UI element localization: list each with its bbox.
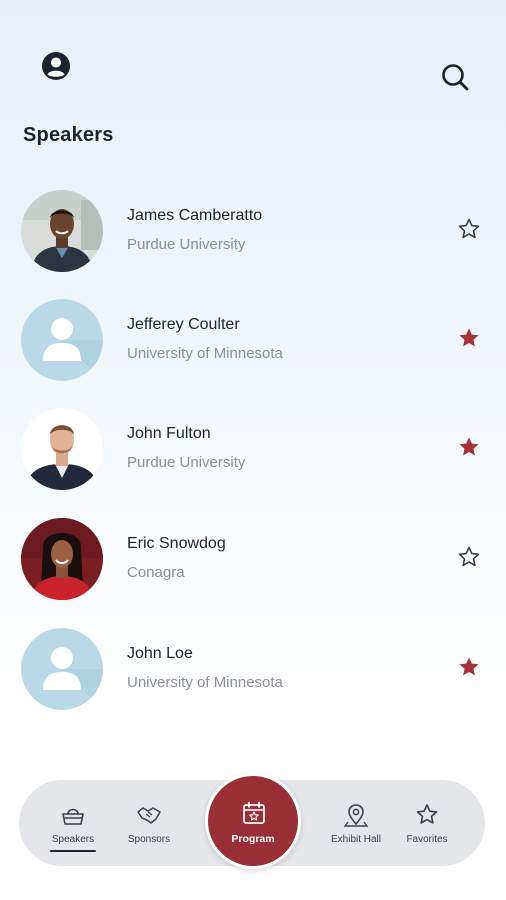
speaker-organization: Conagra (127, 564, 185, 581)
speaker-row[interactable]: Jefferey Coulter University of Minnesota (0, 299, 506, 383)
active-indicator (50, 850, 96, 852)
favorite-toggle[interactable] (457, 217, 481, 241)
speaker-organization: University of Minnesota (127, 345, 283, 362)
avatar (21, 628, 103, 710)
nav-item-sponsors[interactable]: Sponsors (112, 780, 186, 866)
speaker-name: Eric Snowdog (127, 535, 226, 552)
search-button[interactable] (440, 62, 470, 92)
star-icon (416, 804, 438, 824)
speaker-photo (21, 408, 103, 490)
nav-item-program[interactable]: Program (205, 773, 301, 869)
search-icon (442, 64, 469, 91)
speaker-name: Jefferey Coulter (127, 316, 240, 333)
nav-label: Favorites (406, 834, 448, 845)
star-outline-icon (458, 218, 480, 239)
speaker-photo (21, 518, 103, 600)
speaker-row[interactable]: John Fulton Purdue University (0, 408, 506, 492)
profile-button[interactable] (40, 50, 72, 82)
user-placeholder-icon (21, 299, 103, 381)
speaker-row[interactable]: James Camberatto Purdue University (0, 190, 506, 274)
speaker-row[interactable]: Eric Snowdog Conagra (0, 518, 506, 602)
favorite-toggle[interactable] (457, 655, 481, 679)
nav-label: Exhibit Hall (330, 834, 382, 845)
avatar (21, 408, 103, 490)
page-title: Speakers (23, 124, 114, 146)
speaker-photo (21, 190, 103, 272)
star-filled-icon (459, 328, 479, 347)
map-pin-icon (343, 804, 369, 827)
nav-item-exhibit-hall[interactable]: Exhibit Hall (319, 780, 393, 866)
nav-item-favorites[interactable]: Favorites (390, 780, 464, 866)
speaker-organization: University of Minnesota (127, 674, 283, 691)
speaker-row[interactable]: John Loe University of Minnesota (0, 628, 506, 712)
star-filled-icon (459, 657, 479, 676)
basket-icon (62, 808, 84, 825)
avatar (21, 518, 103, 600)
nav-label: Speakers (51, 834, 95, 845)
speaker-organization: Purdue University (127, 236, 246, 253)
nav-item-speakers[interactable]: Speakers (36, 780, 110, 866)
speaker-name: James Camberatto (127, 207, 263, 224)
favorite-toggle[interactable] (457, 435, 481, 459)
nav-label: Program (231, 833, 275, 845)
star-outline-icon (458, 546, 480, 567)
favorite-toggle[interactable] (457, 326, 481, 350)
handshake-icon (137, 807, 161, 824)
speaker-organization: Purdue University (127, 454, 246, 471)
user-placeholder-icon (21, 628, 103, 710)
avatar (21, 190, 103, 272)
calendar-star-icon (243, 801, 265, 824)
star-filled-icon (459, 437, 479, 456)
favorite-toggle[interactable] (457, 545, 481, 569)
nav-label: Sponsors (127, 834, 171, 845)
speaker-name: John Loe (127, 645, 193, 662)
speaker-name: John Fulton (127, 425, 211, 442)
avatar (21, 299, 103, 381)
account-circle-icon (42, 52, 70, 80)
